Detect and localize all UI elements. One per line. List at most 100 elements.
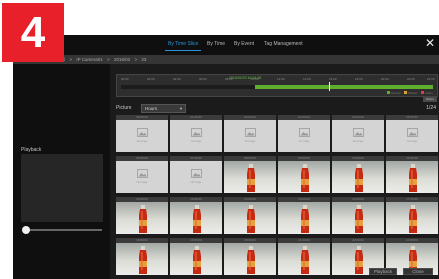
breadcrumb-item[interactable]: 2016/02	[114, 57, 130, 62]
breadcrumb-separator: >	[134, 57, 138, 62]
no-image-text: No Image	[406, 140, 418, 143]
bottle-icon	[139, 246, 147, 274]
breadcrumb-separator: >	[69, 57, 73, 62]
interval-select[interactable]: Hours ▼	[141, 104, 186, 113]
thumbnail-image: No Image	[332, 120, 384, 152]
no-image-icon	[245, 128, 256, 137]
thumbnail-tile[interactable]: 13:00:00	[170, 197, 222, 234]
thumbnail-image: No Image	[116, 120, 168, 152]
bottle-icon	[355, 164, 363, 192]
playback-slider-track[interactable]	[25, 229, 102, 231]
timeline-tick: 16:00	[329, 77, 337, 81]
thumbnail-tile[interactable]: 08:00:00	[224, 156, 276, 193]
thumbnail-tile[interactable]: 02:00:00 No Image	[224, 115, 276, 152]
bottle-icon	[247, 205, 255, 233]
no-image-text: No Image	[298, 140, 310, 143]
timeline-tick: 20:00	[381, 77, 389, 81]
playback-label: Playback	[21, 147, 42, 153]
bottle-icon	[355, 246, 363, 274]
thumbnail-tile[interactable]: 00:00:00 No Image	[116, 115, 168, 152]
thumbnail-tile[interactable]: 03:00:00 No Image	[278, 115, 330, 152]
zoom-button[interactable]: Zoom	[423, 97, 437, 102]
thumbnail-tile[interactable]: 21:00:00	[278, 238, 330, 275]
tab-by-time[interactable]: By Time	[204, 38, 228, 51]
thumbnail-tile[interactable]: 05:00:00 No Image	[386, 115, 438, 152]
thumbnail-tile[interactable]: 20:00:00	[224, 238, 276, 275]
timeline-tick: 04:00	[173, 77, 181, 81]
thumbnail-image	[224, 202, 276, 234]
thumbnail-tile[interactable]: 10:00:00	[332, 156, 384, 193]
thumbnail-tile[interactable]: 16:00:00	[332, 197, 384, 234]
thumbnail-image: No Image	[278, 120, 330, 152]
filter-row: Picture Hours ▼ 1/24	[116, 104, 438, 113]
timeline-ticks: 00:00 02:00 04:00 06:00 08:00 10:00 12:0…	[117, 76, 437, 82]
legend-swatch	[404, 91, 408, 94]
bottle-icon	[193, 205, 201, 233]
thumbnail-tile[interactable]: 11:00:00	[386, 156, 438, 193]
thumbnail-image	[170, 243, 222, 275]
no-image-text: No Image	[136, 140, 148, 143]
timeline-tick: 22:00	[407, 77, 415, 81]
no-image-icon	[191, 169, 202, 178]
legend-item: Alarm	[425, 91, 433, 95]
no-image-icon	[137, 169, 148, 178]
thumbnail-image	[386, 202, 438, 234]
thumbnail-image: No Image	[386, 120, 438, 152]
timeline[interactable]: 00:00 02:00 04:00 06:00 08:00 10:00 12:0…	[116, 74, 438, 97]
breadcrumb: Camera Thumbnail > IP Camera01 > 2016/02…	[13, 55, 439, 64]
thumbnail-tile[interactable]: 01:00:00 No Image	[170, 115, 222, 152]
playback-button[interactable]: Playback	[369, 268, 397, 275]
bottle-icon	[247, 246, 255, 274]
thumbnail-image	[386, 161, 438, 193]
thumbnail-image: No Image	[170, 161, 222, 193]
thumbnail-tile[interactable]: 09:00:00	[278, 156, 330, 193]
thumbnail-tile[interactable]: 19:00:00	[170, 238, 222, 275]
chevron-down-icon: ▼	[179, 106, 183, 111]
thumbnail-tile[interactable]: 18:00:00	[116, 238, 168, 275]
tab-by-event[interactable]: By Event	[231, 38, 257, 51]
thumbnail-tile[interactable]: 07:00:00 No Image	[170, 156, 222, 193]
timeline-tick: 02:00	[147, 77, 155, 81]
timeline-record-bar[interactable]	[121, 85, 433, 89]
timeline-tick: 06:00	[199, 77, 207, 81]
timeline-cursor[interactable]	[329, 82, 330, 91]
timeline-tick: 14:00	[303, 77, 311, 81]
legend-swatch	[386, 91, 390, 94]
legend-item: Normal	[390, 91, 401, 95]
thumbnail-grid: 00:00:00 No Image 01:00:00 No Image 02:00:00…	[116, 115, 438, 275]
thumbnail-image: No Image	[170, 120, 222, 152]
thumbnail-tile[interactable]: 17:00:00	[386, 197, 438, 234]
tab-tag-management[interactable]: Tag Management	[261, 38, 306, 51]
thumbnail-image	[224, 161, 276, 193]
legend-item: Motion	[408, 91, 418, 95]
tab-by-time-slice[interactable]: By Time Slice	[165, 38, 202, 51]
top-nav-bar: By Time Slice By Time By Event Tag Manag…	[13, 35, 439, 55]
timeline-tick: 00:00	[121, 77, 129, 81]
thumbnail-tile[interactable]: 06:00:00 No Image	[116, 156, 168, 193]
timeline-tick: 12:00	[277, 77, 285, 81]
bottle-icon	[301, 205, 309, 233]
left-panel: Playback	[13, 64, 110, 279]
no-image-icon	[299, 128, 310, 137]
thumbnail-image: No Image	[116, 161, 168, 193]
thumbnail-image	[332, 161, 384, 193]
thumbnail-tile[interactable]: 12:00:00	[116, 197, 168, 234]
thumbnail-image	[278, 243, 330, 275]
page-counter: 1/24	[426, 105, 436, 111]
breadcrumb-item[interactable]: IP Camera01	[76, 57, 102, 62]
thumbnail-image	[278, 202, 330, 234]
timeline-record-segment	[255, 85, 433, 89]
thumbnail-image	[116, 243, 168, 275]
close-icon[interactable]: ✕	[424, 36, 436, 50]
no-image-icon	[407, 128, 418, 137]
thumbnail-image	[170, 202, 222, 234]
close-button[interactable]: Close	[403, 268, 433, 275]
no-image-text: No Image	[352, 140, 364, 143]
no-image-text: No Image	[136, 181, 148, 184]
thumbnail-tile[interactable]: 04:00:00 No Image	[332, 115, 384, 152]
legend-swatch	[421, 91, 425, 94]
thumbnail-tile[interactable]: 14:00:00	[224, 197, 276, 234]
thumbnail-tile[interactable]: 15:00:00	[278, 197, 330, 234]
playback-slider-handle[interactable]	[22, 226, 30, 234]
no-image-icon	[191, 128, 202, 137]
